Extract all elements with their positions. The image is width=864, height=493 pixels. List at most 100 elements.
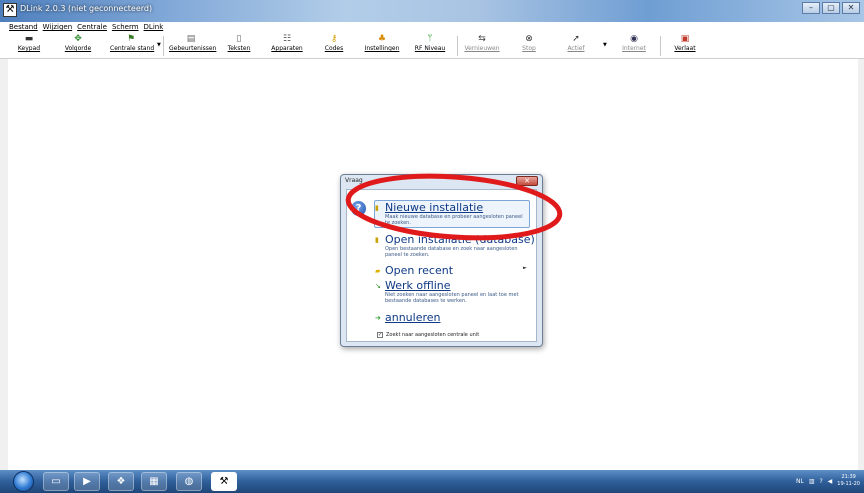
rf-niveau-label: RF Niveau [414,45,446,52]
search-central-unit-checkbox-row[interactable]: ✓ Zoekt naar aangesloten centrale unit [377,332,479,338]
centrale-stand-button[interactable]: ⚑ Centrale stand [110,34,155,58]
centrale-stand-icon: ⚑ [126,34,136,44]
clock-date: 19-11-20 [837,481,860,487]
menu-scherm[interactable]: Scherm [112,22,139,33]
option-werk-offline[interactable]: ↘ Werk offline Niet zoeken naar aangeslo… [375,279,525,304]
gebeurtenissen-button[interactable]: ▤ Gebeurtenissen [169,34,217,58]
actief-button[interactable]: ➚ Actief [565,34,587,58]
apparaten-button[interactable]: ☷ Apparaten [271,34,303,58]
arrow-right-icon: ➔ [375,313,381,322]
dialog-body: ? ▮ Nieuwe installatie Maak nieuwe datab… [346,189,537,342]
window-controls: – ▢ ✕ [802,2,860,14]
option-open-recent-label: Open recent [385,264,454,277]
option-nieuwe-installatie-desc: Maak nieuwe database en probeer aangeslo… [385,214,523,226]
menu-bestand[interactable]: Bestand [9,22,38,33]
taskbar-media-player-icon[interactable]: ▶ [74,472,100,491]
key-icon: ⚷ [330,34,338,44]
maximize-button[interactable]: ▢ [822,2,840,14]
option-nieuwe-installatie[interactable]: ▮ Nieuwe installatie Maak nieuwe databas… [375,201,525,226]
taskbar-firefox-icon[interactable]: ◍ [176,472,202,491]
help-icon[interactable]: ? [819,478,822,485]
volgorde-button[interactable]: ✥ Volgorde [62,34,94,58]
exit-icon: ▣ [680,34,690,44]
folder-icon: ▰ [375,266,381,275]
open-database-icon: ▮ [375,235,379,244]
apparaten-icon: ☷ [282,34,292,44]
offline-icon: ↘ [375,281,381,290]
gebeurtenissen-label: Gebeurtenissen [169,45,217,52]
option-werk-offline-label: Werk offline [385,279,451,292]
toolbar: ▬ Keypad ✥ Volgorde ⚑ Centrale stand ▼ ▤… [0,33,864,59]
start-button[interactable] [13,471,34,492]
option-open-installatie-desc: Open bestaande database en zoek naar aan… [385,246,518,258]
actief-dropdown-icon[interactable]: ▼ [603,42,607,48]
volume-icon[interactable]: ◀ [828,478,833,485]
internet-label: Internet [622,45,646,52]
taskbar-dlink-icon[interactable]: ⚒ [211,472,237,491]
stop-label: Stop [522,45,536,52]
keypad-icon: ▬ [24,34,34,44]
language-indicator[interactable]: NL [796,478,804,485]
network-icon[interactable]: ▥ [809,478,815,485]
option-annuleren-label: annuleren [385,311,441,324]
option-open-installatie[interactable]: ▮ Open installatie (database) Open besta… [375,233,535,258]
stop-button[interactable]: ⊗ Stop [520,34,538,58]
instellingen-label: Instellingen [364,45,400,52]
internet-button[interactable]: ◉ Internet [620,34,648,58]
menu-dlink[interactable]: DLink [144,22,164,33]
clock[interactable]: 21:39 19-11-20 [837,474,860,488]
menu-wijzigen[interactable]: Wijzigen [43,22,72,33]
centrale-stand-label: Centrale stand [110,45,155,52]
option-open-installatie-label: Open installatie (database) [385,233,535,246]
taskbar-app2-icon[interactable]: ▦ [141,472,167,491]
instellingen-icon: ♣ [377,34,387,44]
toolbar-separator [163,36,164,56]
teksten-label: Teksten [227,45,251,52]
option-open-recent[interactable]: ▰ Open recent [375,264,453,277]
title-bar: ⚒ DLink 2.0.3 (niet geconnecteerd) – ▢ ✕ [0,0,864,22]
centrale-stand-dropdown-icon[interactable]: ▼ [157,42,161,48]
search-central-unit-checkbox[interactable]: ✓ [377,332,383,338]
codes-button[interactable]: ⚷ Codes [324,34,344,58]
vernieuwen-button[interactable]: ⇆ Vernieuwen [464,34,500,58]
menu-centrale[interactable]: Centrale [77,22,107,33]
antenna-icon: ᛘ [427,34,433,44]
cursor-icon: ➚ [572,34,580,44]
question-dialog: Vraag ✕ ? ▮ Nieuwe installatie Maak nieu… [340,174,543,347]
teksten-button[interactable]: ▯ Teksten [226,34,252,58]
system-tray: NL ▥ ? ◀ 21:39 19-11-20 [796,474,860,488]
volgorde-icon: ✥ [74,34,82,44]
actief-label: Actief [567,45,585,52]
toolbar-separator [457,36,458,56]
refresh-icon: ⇆ [478,34,486,44]
window-title: DLink 2.0.3 (niet geconnecteerd) [20,4,153,13]
dialog-close-button[interactable]: ✕ [516,176,538,186]
verlaat-label: Verlaat [674,45,696,52]
dialog-title: Vraag [345,177,363,184]
keypad-button[interactable]: ▬ Keypad [14,34,44,58]
rf-niveau-button[interactable]: ᛘ RF Niveau [414,34,446,58]
verlaat-button[interactable]: ▣ Verlaat [672,34,698,58]
taskbar-app-icon[interactable]: ❖ [108,472,134,491]
option-annuleren[interactable]: ➔ annuleren [375,311,441,324]
instellingen-button[interactable]: ♣ Instellingen [364,34,400,58]
search-central-unit-checkbox-label: Zoekt naar aangesloten centrale unit [386,332,480,338]
codes-label: Codes [324,45,344,52]
stop-icon: ⊗ [525,34,533,44]
close-window-button[interactable]: ✕ [842,2,860,14]
submenu-arrow-icon: ► [523,265,527,271]
option-werk-offline-desc: Niet zoeken naar aangesloten paneel en l… [385,292,519,304]
minimize-button[interactable]: – [802,2,820,14]
teksten-icon: ▯ [236,34,242,44]
menu-bar: Bestand Wijzigen Centrale Scherm DLink [0,22,864,33]
vernieuwen-label: Vernieuwen [464,45,500,52]
taskbar-explorer-icon[interactable]: ▭ [43,472,69,491]
gebeurtenissen-icon: ▤ [186,34,196,44]
option-nieuwe-installatie-label: Nieuwe installatie [385,201,484,214]
volgorde-label: Volgorde [64,45,92,52]
toolbar-separator [660,36,661,56]
internet-icon: ◉ [630,34,638,44]
apparaten-label: Apparaten [271,45,303,52]
new-document-icon: ▮ [375,203,379,212]
app-icon: ⚒ [3,3,17,17]
